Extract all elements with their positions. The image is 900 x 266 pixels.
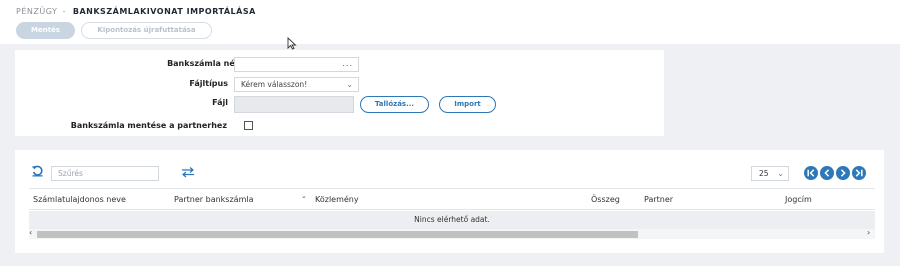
refresh-icon[interactable]	[31, 164, 44, 177]
column-header-account-holder[interactable]: Számlatulajdonos neve	[33, 195, 126, 204]
horizontal-scrollbar[interactable]: ‹ ›	[29, 228, 875, 239]
scroll-left-icon[interactable]: ‹	[29, 228, 32, 237]
import-form-panel: Bankszámla név ... Fájltípus Kérem válas…	[15, 50, 664, 136]
scrollbar-thumb[interactable]	[37, 231, 638, 238]
bank-account-label: Bankszámla név	[167, 59, 240, 68]
table-header: Számlatulajdonos neve Partner bankszámla…	[29, 188, 875, 210]
save-partner-label: Bankszámla mentése a partnerhez	[70, 121, 227, 130]
filetype-select[interactable]: Kérem válasszon! ⌄	[234, 77, 359, 92]
column-header-remittance-info[interactable]: Közlemény	[315, 195, 359, 204]
breadcrumb: PÉNZÜGY - BANKSZÁMLAKIVONAT IMPORTÁLÁSA	[16, 7, 256, 16]
filetype-selected-value: Kérem válasszon!	[241, 80, 308, 89]
statement-grid-panel: Szűrés 25 ⌄ Számlatulajdonos neve Partne…	[15, 150, 884, 253]
filetype-label: Fájltípus	[189, 79, 228, 88]
column-header-partner[interactable]: Partner	[644, 195, 673, 204]
breadcrumb-separator: -	[62, 7, 66, 16]
bank-account-picker-icon[interactable]: ...	[342, 57, 353, 70]
mouse-cursor-icon	[287, 37, 297, 50]
column-header-amount[interactable]: Összeg	[591, 195, 620, 204]
recalc-matching-button[interactable]: Kipontozás újrafuttatása	[81, 22, 212, 39]
page-size-select[interactable]: 25 ⌄	[751, 166, 789, 181]
breadcrumb-module[interactable]: PÉNZÜGY	[16, 7, 57, 16]
bank-account-field[interactable]: ...	[234, 57, 359, 72]
column-header-partner-account[interactable]: Partner bankszámla	[174, 195, 254, 204]
chevron-down-icon: ⌄	[346, 80, 353, 89]
filter-input[interactable]: Szűrés	[51, 166, 159, 181]
save-button[interactable]: Mentés	[16, 22, 75, 39]
first-page-icon[interactable]	[804, 166, 818, 180]
save-partner-checkbox[interactable]	[244, 121, 253, 130]
scroll-right-icon[interactable]: ›	[867, 228, 870, 237]
no-data-message: Nincs elérhető adat.	[29, 211, 875, 229]
column-header-title[interactable]: Jogcím	[785, 195, 812, 204]
previous-page-icon[interactable]	[820, 166, 834, 180]
file-path-field	[234, 96, 354, 113]
swap-columns-icon[interactable]	[181, 166, 195, 178]
last-page-icon[interactable]	[852, 166, 866, 180]
browse-button[interactable]: Tallózás...	[360, 96, 429, 113]
file-label: Fájl	[212, 98, 228, 107]
page-title: BANKSZÁMLAKIVONAT IMPORTÁLÁSA	[72, 7, 256, 16]
chevron-down-icon: ⌄	[777, 169, 784, 178]
import-button[interactable]: Import	[439, 96, 496, 113]
top-toolbar: PÉNZÜGY - BANKSZÁMLAKIVONAT IMPORTÁLÁSA …	[0, 0, 900, 50]
sort-descending-icon[interactable]: ⌄	[301, 192, 307, 200]
page-size-value: 25	[759, 169, 769, 178]
next-page-icon[interactable]	[836, 166, 850, 180]
